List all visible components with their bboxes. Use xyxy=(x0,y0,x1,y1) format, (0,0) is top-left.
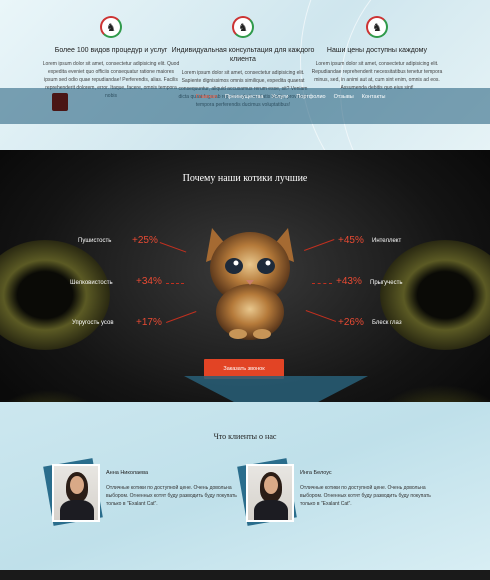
feature-card: ♞ Наши цены доступны каждому Lorem ipsum… xyxy=(302,10,452,92)
cat-icon: ♞ xyxy=(366,16,388,38)
trait-connector xyxy=(304,239,335,251)
nav-item-services[interactable]: Услуги xyxy=(271,94,288,100)
avatar xyxy=(237,458,298,526)
trait-connector xyxy=(312,283,332,284)
nav-item-reviews[interactable]: Отзывы xyxy=(334,94,354,100)
feature-title: Более 100 видов процедур и услуг xyxy=(54,47,168,54)
trait-label: Блеск глаз xyxy=(372,320,402,326)
nav-menu: Главная Преимущества Услуги Портфолио От… xyxy=(196,94,386,100)
avatar-photo xyxy=(246,464,294,522)
cat-eye-right xyxy=(380,240,490,350)
review-text: Отличные котики по доступной цене. Очень… xyxy=(300,485,431,507)
trait-percent: +34% xyxy=(136,276,162,287)
cat-icon: ♞ xyxy=(232,16,254,38)
cat-eye-left xyxy=(0,240,110,350)
trait-percent: +17% xyxy=(136,317,162,328)
trait-connector xyxy=(305,310,337,322)
trait-percent: +26% xyxy=(338,317,364,328)
footer-strip xyxy=(0,570,490,580)
nav-item-portfolio[interactable]: Портфолио xyxy=(296,94,325,100)
feature-title: Наши цены доступны каждому xyxy=(326,47,428,54)
trait-label: Прыгучесть xyxy=(370,280,403,286)
reviewer-name: Инга Белоус xyxy=(300,470,332,476)
section-heading: Почему наши котики лучшие xyxy=(182,173,308,184)
reviews-heading: Что клиенты о нас xyxy=(213,432,277,441)
trait-percent: +43% xyxy=(336,276,362,287)
nav-item-advantages[interactable]: Преимущества xyxy=(225,94,263,100)
why-section: Почему наши котики лучшие Пушистость +25… xyxy=(0,150,490,402)
nav-item-contacts[interactable]: Контакты xyxy=(362,94,386,100)
feature-card: ♞ Более 100 видов процедур и услуг Lorem… xyxy=(36,10,186,100)
trait-percent: +25% xyxy=(132,235,158,246)
features-section: ♞ Более 100 видов процедур и услуг Lorem… xyxy=(0,0,490,150)
kitten-image xyxy=(206,228,294,340)
avatar xyxy=(43,458,104,526)
trait-label: Упругость усов xyxy=(72,320,114,326)
feature-title: Индивидуальная консультация для каждого … xyxy=(171,47,315,63)
trait-label: Пушистость xyxy=(78,238,112,244)
reviewer-name: Анна Николаева xyxy=(106,470,149,476)
nav-item-home[interactable]: Главная xyxy=(196,94,217,100)
reviews-section: Что клиенты о нас Анна Николаева Отличны… xyxy=(0,402,490,570)
trait-label: Интеллект xyxy=(372,238,402,244)
logo[interactable] xyxy=(52,93,68,111)
main-navigation: Главная Преимущества Услуги Портфолио От… xyxy=(0,88,490,124)
trait-label: Шелковистость xyxy=(70,280,113,286)
trait-connector xyxy=(166,283,184,284)
review-text: Отличные котики по доступной цене. Очень… xyxy=(106,485,237,507)
trait-connector xyxy=(159,242,187,253)
cat-icon: ♞ xyxy=(100,16,122,38)
trait-percent: +45% xyxy=(338,235,364,246)
trait-connector xyxy=(166,311,197,323)
avatar-photo xyxy=(52,464,100,522)
